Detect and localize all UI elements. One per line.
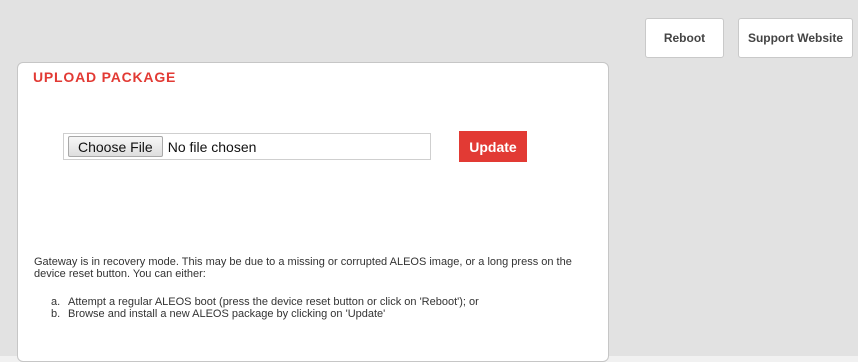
page-background: Reboot Support Website UPLOAD PACKAGE Ch… <box>0 0 858 362</box>
recovery-options-list: a. Attempt a regular ALEOS boot (press t… <box>51 296 479 320</box>
panel-title: UPLOAD PACKAGE <box>33 69 177 85</box>
file-input[interactable]: Choose File No file chosen <box>63 133 431 160</box>
upload-package-panel: UPLOAD PACKAGE Choose File No file chose… <box>17 62 609 362</box>
list-item-text: Browse and install a new ALEOS package b… <box>68 308 386 320</box>
file-status-text: No file chosen <box>167 138 257 155</box>
choose-file-button[interactable]: Choose File <box>68 136 163 157</box>
list-item: a. Attempt a regular ALEOS boot (press t… <box>51 296 479 308</box>
support-website-button[interactable]: Support Website <box>738 18 853 58</box>
update-button[interactable]: Update <box>459 131 527 162</box>
list-item: b. Browse and install a new ALEOS packag… <box>51 308 479 320</box>
reboot-button[interactable]: Reboot <box>645 18 724 58</box>
list-marker: a. <box>51 296 61 308</box>
update-button-label: Update <box>469 138 517 155</box>
list-marker: b. <box>51 308 61 320</box>
reboot-button-label: Reboot <box>663 31 706 45</box>
support-website-button-label: Support Website <box>747 31 844 45</box>
recovery-message: Gateway is in recovery mode. This may be… <box>34 256 572 280</box>
choose-file-label: Choose File <box>78 138 153 155</box>
list-item-text: Attempt a regular ALEOS boot (press the … <box>68 296 479 308</box>
